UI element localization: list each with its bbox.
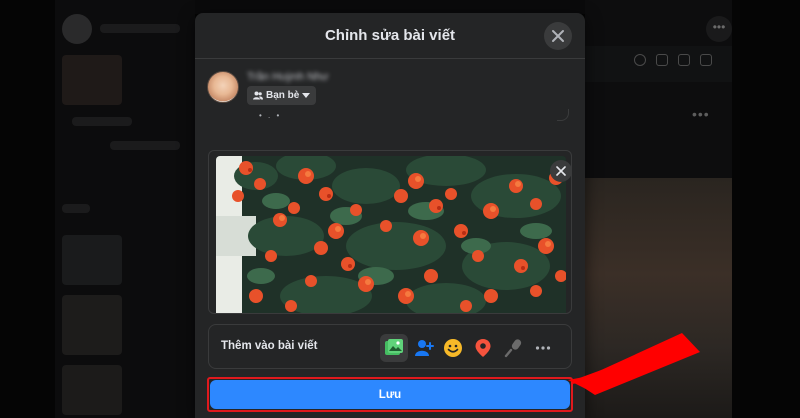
more-icon: •••	[706, 16, 732, 42]
save-button-label: Lưu	[378, 388, 402, 401]
bg-text-line	[100, 24, 180, 33]
bg-emoji-icon	[634, 54, 646, 66]
location-icon	[475, 339, 491, 357]
microphone-button[interactable]	[499, 334, 527, 362]
bg-camera-icon	[656, 54, 668, 66]
more-icon: •••	[692, 106, 710, 122]
bg-thumbnail	[62, 365, 122, 415]
bg-gif-icon	[678, 54, 690, 66]
bg-thumbnail	[62, 55, 122, 105]
more-icon	[535, 346, 551, 350]
close-button[interactable]	[544, 22, 572, 50]
add-to-post-bar: Thêm vào bài viết	[208, 324, 572, 369]
caret-down-icon	[302, 93, 311, 98]
scroll-indicator	[557, 109, 569, 121]
author-name-text: Trần Huỳnh Như	[247, 71, 329, 83]
tag-people-button[interactable]	[410, 334, 438, 362]
close-icon	[556, 166, 566, 176]
flower-photo	[216, 156, 566, 313]
edit-post-dialog: Chỉnh sửa bài viết Trần Huỳnh Như Bạn bè…	[195, 13, 585, 418]
bg-text-line	[72, 117, 132, 126]
bg-thumbnail	[62, 235, 122, 285]
bg-avatar	[62, 14, 92, 44]
feeling-icon	[444, 339, 462, 357]
attached-photo[interactable]	[216, 156, 566, 313]
author-row: Trần Huỳnh Như Bạn bè	[207, 71, 567, 111]
attached-media	[208, 150, 572, 314]
audience-label: Bạn bè	[266, 90, 300, 101]
close-icon	[552, 30, 564, 42]
bg-top-strip	[195, 0, 585, 14]
photo-video-icon	[385, 339, 403, 355]
dialog-header: Chỉnh sửa bài viết	[195, 13, 585, 59]
microphone-icon	[504, 339, 522, 358]
more-options-button[interactable]	[529, 334, 557, 362]
author-name: Trần Huỳnh Như	[247, 71, 329, 83]
audience-selector[interactable]: Bạn bè	[247, 86, 317, 105]
add-photo-video-button[interactable]	[380, 334, 408, 362]
tag-people-icon	[415, 340, 434, 356]
check-in-button[interactable]	[469, 334, 497, 362]
bg-text-line	[110, 141, 180, 150]
bg-thumbnail	[62, 295, 122, 355]
save-button[interactable]: Lưu	[210, 380, 570, 409]
add-to-post-label: Thêm vào bài viết	[221, 340, 318, 352]
remove-media-button[interactable]	[550, 160, 571, 182]
post-text-field[interactable]: • . •	[259, 111, 281, 120]
bg-text-line	[62, 204, 90, 213]
bg-sticker-icon	[700, 54, 712, 66]
friends-icon	[253, 91, 263, 100]
bg-right-photo	[585, 178, 732, 418]
feeling-activity-button[interactable]	[439, 334, 467, 362]
dialog-title: Chỉnh sửa bài viết	[324, 27, 456, 44]
avatar	[207, 71, 239, 103]
